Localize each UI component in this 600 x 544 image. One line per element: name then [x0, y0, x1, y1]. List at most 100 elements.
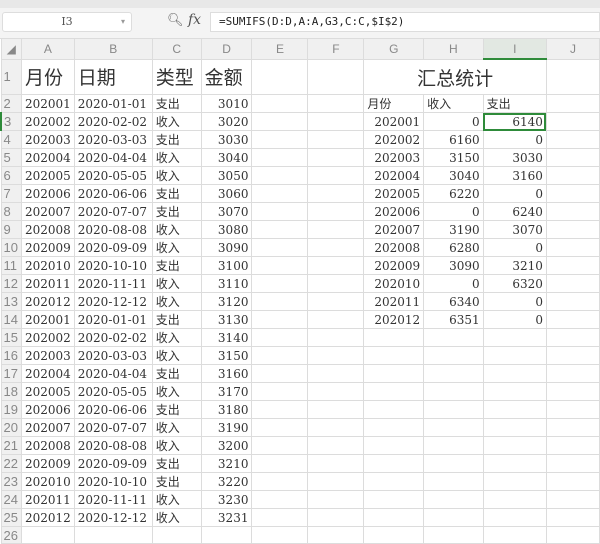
summary-expense[interactable]: 3160	[482, 166, 547, 185]
cell-type[interactable]: 收入	[151, 328, 202, 347]
cell-type[interactable]: 收入	[151, 436, 202, 455]
cell-amount[interactable]: 3120	[200, 292, 253, 311]
cell-type[interactable]: 收入	[151, 166, 202, 185]
summary-month[interactable]: 202002	[363, 130, 425, 149]
summary-expense[interactable]: 3210	[482, 256, 547, 275]
cell-empty[interactable]	[545, 328, 600, 347]
cell-empty[interactable]	[545, 436, 600, 455]
cell-amount[interactable]: 3040	[200, 148, 253, 167]
cell-amount[interactable]: 3100	[200, 256, 253, 275]
cell-month[interactable]: 202006	[20, 400, 75, 419]
cell-empty[interactable]	[482, 526, 547, 544]
cell-empty[interactable]	[307, 526, 365, 544]
cell-empty[interactable]	[307, 292, 365, 311]
row-header[interactable]: 6	[0, 166, 22, 185]
cell-amount[interactable]: 3080	[200, 220, 253, 239]
column-header-J[interactable]: J	[545, 38, 600, 60]
cell-month[interactable]: 202001	[20, 94, 75, 113]
cell-amount[interactable]: 3070	[200, 202, 253, 221]
cell-empty[interactable]	[73, 526, 153, 544]
cell-empty[interactable]	[251, 454, 309, 473]
cell-empty[interactable]	[482, 436, 547, 455]
summary-month[interactable]: 202011	[363, 292, 425, 311]
cell-empty[interactable]	[482, 346, 547, 365]
cell-empty[interactable]	[251, 382, 309, 401]
summary-month[interactable]: 202012	[363, 310, 425, 329]
cell-type[interactable]: 支出	[151, 454, 202, 473]
cell-amount[interactable]: 3231	[200, 508, 253, 527]
cell-month[interactable]: 202006	[20, 184, 75, 203]
summary-income[interactable]: 0	[423, 112, 484, 131]
cell-month[interactable]: 202009	[20, 238, 75, 257]
cell-empty[interactable]	[251, 364, 309, 383]
cell-month[interactable]: 202004	[20, 364, 75, 383]
cell-date[interactable]: 2020-02-02	[73, 328, 153, 347]
cell-empty[interactable]	[545, 166, 600, 185]
cell-date[interactable]: 2020-01-01	[73, 310, 153, 329]
cell-amount[interactable]: 3010	[200, 94, 253, 113]
cell-type[interactable]: 支出	[151, 130, 202, 149]
row-header[interactable]: 3	[0, 112, 22, 131]
cell-date[interactable]: 2020-08-08	[73, 436, 153, 455]
row-header[interactable]: 26	[0, 526, 22, 544]
cell-empty[interactable]	[482, 328, 547, 347]
cell-empty[interactable]	[423, 418, 484, 437]
cell-amount[interactable]: 3060	[200, 184, 253, 203]
summary-month[interactable]: 202005	[363, 184, 425, 203]
summary-income[interactable]: 3040	[423, 166, 484, 185]
cell-empty[interactable]	[545, 220, 600, 239]
cell-empty[interactable]	[307, 220, 365, 239]
row-header[interactable]: 23	[0, 472, 22, 491]
cell-date[interactable]: 2020-10-10	[73, 256, 153, 275]
cell-month[interactable]: 202009	[20, 454, 75, 473]
cell-empty[interactable]	[307, 202, 365, 221]
chevron-down-icon[interactable]: ▾	[121, 13, 125, 31]
header-date[interactable]: 日期	[73, 58, 153, 95]
summary-title[interactable]: 汇总统计	[363, 58, 547, 95]
cell-empty[interactable]	[251, 148, 309, 167]
cell-empty[interactable]	[545, 94, 600, 113]
cell-empty[interactable]	[363, 454, 425, 473]
cell-amount[interactable]: 3140	[200, 328, 253, 347]
row-header[interactable]: 7	[0, 184, 22, 203]
cell-empty[interactable]	[307, 418, 365, 437]
cell-type[interactable]: 收入	[151, 418, 202, 437]
cell-empty[interactable]	[307, 130, 365, 149]
cell-month[interactable]: 202012	[20, 292, 75, 311]
row-header[interactable]: 12	[0, 274, 22, 293]
cell-date[interactable]: 2020-02-02	[73, 112, 153, 131]
header-month[interactable]: 月份	[20, 58, 75, 95]
cell-empty[interactable]	[545, 130, 600, 149]
cell-amount[interactable]: 3110	[200, 274, 253, 293]
cell-empty[interactable]	[251, 400, 309, 419]
summary-income[interactable]: 3150	[423, 148, 484, 167]
cell-date[interactable]: 2020-06-06	[73, 184, 153, 203]
cell-empty[interactable]	[545, 508, 600, 527]
cell-empty[interactable]	[307, 508, 365, 527]
cell-amount[interactable]: 3220	[200, 472, 253, 491]
cell-type[interactable]: 收入	[151, 346, 202, 365]
cell-type[interactable]: 支出	[151, 256, 202, 275]
cell-empty[interactable]	[307, 472, 365, 491]
cell-date[interactable]: 2020-07-07	[73, 202, 153, 221]
cell-empty[interactable]	[545, 274, 600, 293]
cell-amount[interactable]: 3150	[200, 346, 253, 365]
summary-month[interactable]: 202008	[363, 238, 425, 257]
name-box[interactable]: I3 ▾	[2, 12, 132, 32]
column-header-I[interactable]: I	[482, 38, 547, 60]
cell-empty[interactable]	[423, 364, 484, 383]
cell-empty[interactable]	[251, 310, 309, 329]
cell-type[interactable]: 收入	[151, 382, 202, 401]
summary-month[interactable]: 202010	[363, 274, 425, 293]
cell-empty[interactable]	[423, 400, 484, 419]
column-header-A[interactable]: A	[20, 38, 75, 60]
summary-income[interactable]: 3190	[423, 220, 484, 239]
cell-empty[interactable]	[363, 472, 425, 491]
cell-empty[interactable]	[363, 328, 425, 347]
cell-date[interactable]: 2020-12-12	[73, 508, 153, 527]
cell-empty[interactable]	[545, 364, 600, 383]
cell-empty[interactable]	[363, 418, 425, 437]
cell-empty[interactable]	[545, 526, 600, 544]
cell-empty[interactable]	[423, 508, 484, 527]
summary-month[interactable]: 202004	[363, 166, 425, 185]
